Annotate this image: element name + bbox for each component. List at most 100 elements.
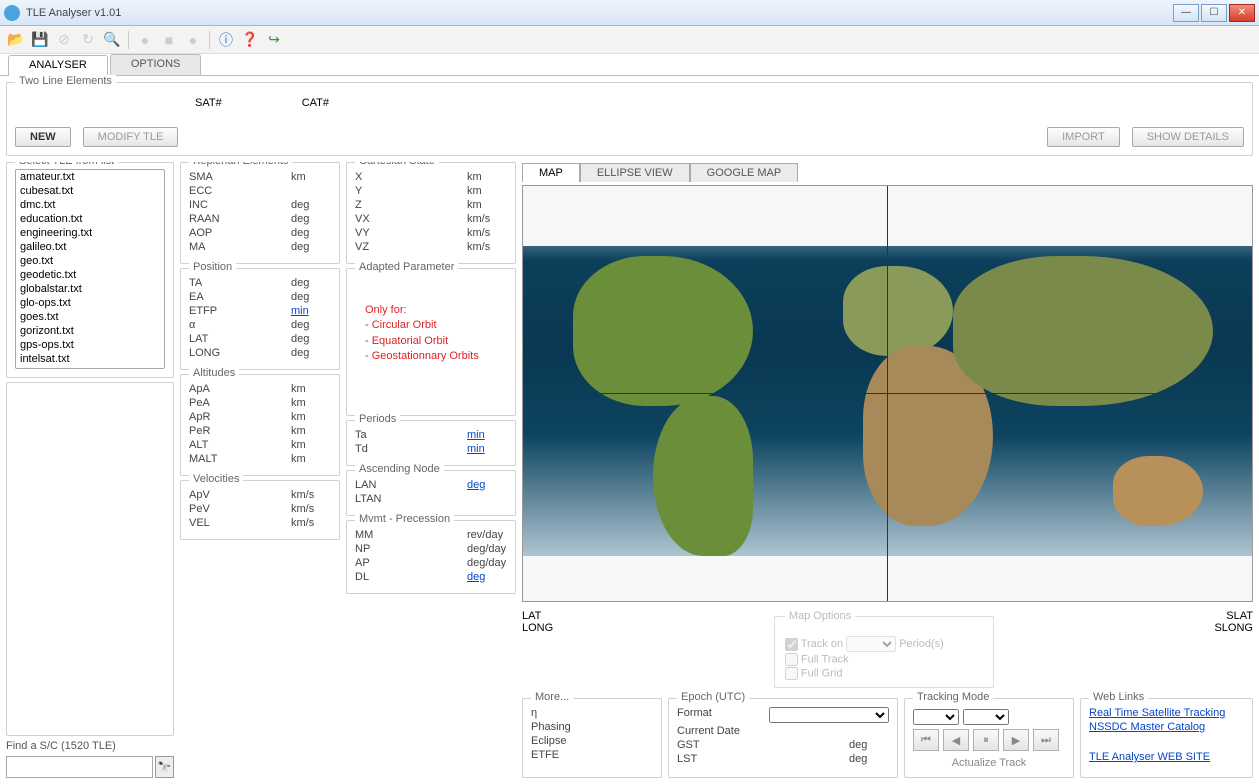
weblink-site[interactable]: TLE Analyser WEB SITE <box>1089 751 1244 763</box>
prev-icon[interactable]: ◀ <box>943 729 969 751</box>
periods-select[interactable] <box>846 636 896 652</box>
param-row: ApRkm <box>189 411 331 423</box>
param-row: Tamin <box>355 429 507 441</box>
tab-google[interactable]: GOOGLE MAP <box>690 163 799 182</box>
full-grid-checkbox[interactable] <box>785 667 798 680</box>
param-row: VELkm/s <box>189 517 331 529</box>
current-date-label: Current Date <box>677 725 740 737</box>
more-param: Eclipse <box>531 735 566 747</box>
ascnode-group: Ascending NodeLANdegLTAN <box>346 470 516 516</box>
world-map[interactable] <box>522 185 1253 602</box>
tle-listbox[interactable]: amateur.txtcubesat.txtdmc.txteducation.t… <box>15 169 165 369</box>
tab-analyser[interactable]: ANALYSER <box>8 55 108 76</box>
rewind-icon[interactable]: ⏮ <box>913 729 939 751</box>
more-group: More... η Phasing Eclipse ETFE <box>522 698 662 778</box>
param-row: αdeg <box>189 319 331 331</box>
ascnode-label: Ascending Node <box>355 463 444 475</box>
track-on-checkbox[interactable] <box>785 638 798 651</box>
slong-label: SLONG <box>1214 622 1253 634</box>
close-button[interactable]: ✕ <box>1229 4 1255 22</box>
long-label: LONG <box>522 622 553 634</box>
tle-header-label: Two Line Elements <box>15 75 116 87</box>
unit-link[interactable]: deg <box>467 571 507 583</box>
periods-group: PeriodsTaminTdmin <box>346 420 516 466</box>
keplerian-group: Keplerian ElementsSMAkmECCINCdegRAANdegA… <box>180 162 340 264</box>
unit-link[interactable]: min <box>467 429 507 441</box>
keplerian-label: Keplerian Elements <box>189 162 292 167</box>
next-icon[interactable]: ▶ <box>1003 729 1029 751</box>
param-row: AOPdeg <box>189 227 331 239</box>
tab-ellipse[interactable]: ELLIPSE VIEW <box>580 163 690 182</box>
cartesian-group: Cartesian StateXkmYkmZkmVXkm/sVYkm/sVZkm… <box>346 162 516 264</box>
globe1-icon[interactable]: ● <box>135 30 155 50</box>
pause-icon[interactable]: ⏸ <box>973 729 999 751</box>
find-label: Find a S/C (1520 TLE) <box>6 740 174 752</box>
binoculars-icon[interactable]: 🔭 <box>155 756 174 778</box>
find-input[interactable] <box>6 756 153 778</box>
globe2-icon[interactable]: ■ <box>159 30 179 50</box>
param-row: ALTkm <box>189 439 331 451</box>
position-group: PositionTAdegEAdegETFPminαdegLATdegLONGd… <box>180 268 340 370</box>
weblinks-group: Web Links Real Time Satellite Tracking N… <box>1080 698 1253 778</box>
param-row: PeAkm <box>189 397 331 409</box>
param-row: ETFPmin <box>189 305 331 317</box>
help-icon[interactable]: ❓ <box>240 30 260 50</box>
search-icon[interactable]: 🔍 <box>102 30 122 50</box>
window-title: TLE Analyser v1.01 <box>26 7 1173 19</box>
param-row: PeVkm/s <box>189 503 331 515</box>
param-row: VZkm/s <box>355 241 507 253</box>
param-row: NPdeg/day <box>355 543 507 555</box>
tracking-select-2[interactable] <box>963 709 1009 725</box>
param-row: PeRkm <box>189 425 331 437</box>
main-tabs: ANALYSER OPTIONS <box>0 54 1259 76</box>
more-param: ETFE <box>531 749 559 761</box>
open-icon[interactable]: 📂 <box>6 30 26 50</box>
tracking-group: Tracking Mode ⏮ ◀ ⏸ ▶ ⏭ Actualize Track <box>904 698 1074 778</box>
separator <box>128 31 129 49</box>
info-icon[interactable]: ⓘ <box>216 30 236 50</box>
exit-icon[interactable]: ↪ <box>264 30 284 50</box>
weblink-nssdc[interactable]: NSSDC Master Catalog <box>1089 721 1244 733</box>
param-row: SMAkm <box>189 171 331 183</box>
tracking-select-1[interactable] <box>913 709 959 725</box>
import-button[interactable]: IMPORT <box>1047 127 1120 147</box>
actualize-label: Actualize Track <box>913 757 1065 769</box>
param-row: MMrev/day <box>355 529 507 541</box>
modify-button[interactable]: MODIFY TLE <box>83 127 179 147</box>
select-tle-group: Select TLE from list amateur.txtcubesat.… <box>6 162 174 378</box>
more-label: More... <box>531 691 573 703</box>
globe3-icon[interactable]: ● <box>183 30 203 50</box>
unit-link[interactable]: min <box>467 443 507 455</box>
altitudes-label: Altitudes <box>189 367 239 379</box>
save-icon[interactable]: 💾 <box>30 30 50 50</box>
param-row: VXkm/s <box>355 213 507 225</box>
param-row: APdeg/day <box>355 557 507 569</box>
full-track-checkbox[interactable] <box>785 653 798 666</box>
cancel-icon[interactable]: ⊘ <box>54 30 74 50</box>
map-options-label: Map Options <box>785 610 855 622</box>
param-row: ApVkm/s <box>189 489 331 501</box>
map-tabs: MAP ELLIPSE VIEW GOOGLE MAP <box>522 162 1253 181</box>
epoch-label: Epoch (UTC) <box>677 691 749 703</box>
fastfwd-icon[interactable]: ⏭ <box>1033 729 1059 751</box>
cat-label: CAT# <box>302 97 329 109</box>
maximize-button[interactable]: ☐ <box>1201 4 1227 22</box>
show-details-button[interactable]: SHOW DETAILS <box>1132 127 1244 147</box>
titlebar: TLE Analyser v1.01 — ☐ ✕ <box>0 0 1259 26</box>
weblink-tracking[interactable]: Real Time Satellite Tracking <box>1089 707 1244 719</box>
select-tle-label: Select TLE from list <box>15 162 118 167</box>
adapted-note-head: Only for: <box>365 303 507 318</box>
refresh-icon[interactable]: ↻ <box>78 30 98 50</box>
unit-link[interactable]: deg <box>467 479 507 491</box>
param-row: TAdeg <box>189 277 331 289</box>
toolbar: 📂 💾 ⊘ ↻ 🔍 ● ■ ● ⓘ ❓ ↪ <box>0 26 1259 54</box>
param-row: Tdmin <box>355 443 507 455</box>
more-param: Phasing <box>531 721 571 733</box>
tab-options[interactable]: OPTIONS <box>110 54 202 75</box>
unit-link[interactable]: min <box>291 305 331 317</box>
new-button[interactable]: NEW <box>15 127 71 147</box>
format-select[interactable] <box>769 707 889 723</box>
minimize-button[interactable]: — <box>1173 4 1199 22</box>
app-icon <box>4 5 20 21</box>
tab-map[interactable]: MAP <box>522 163 580 182</box>
